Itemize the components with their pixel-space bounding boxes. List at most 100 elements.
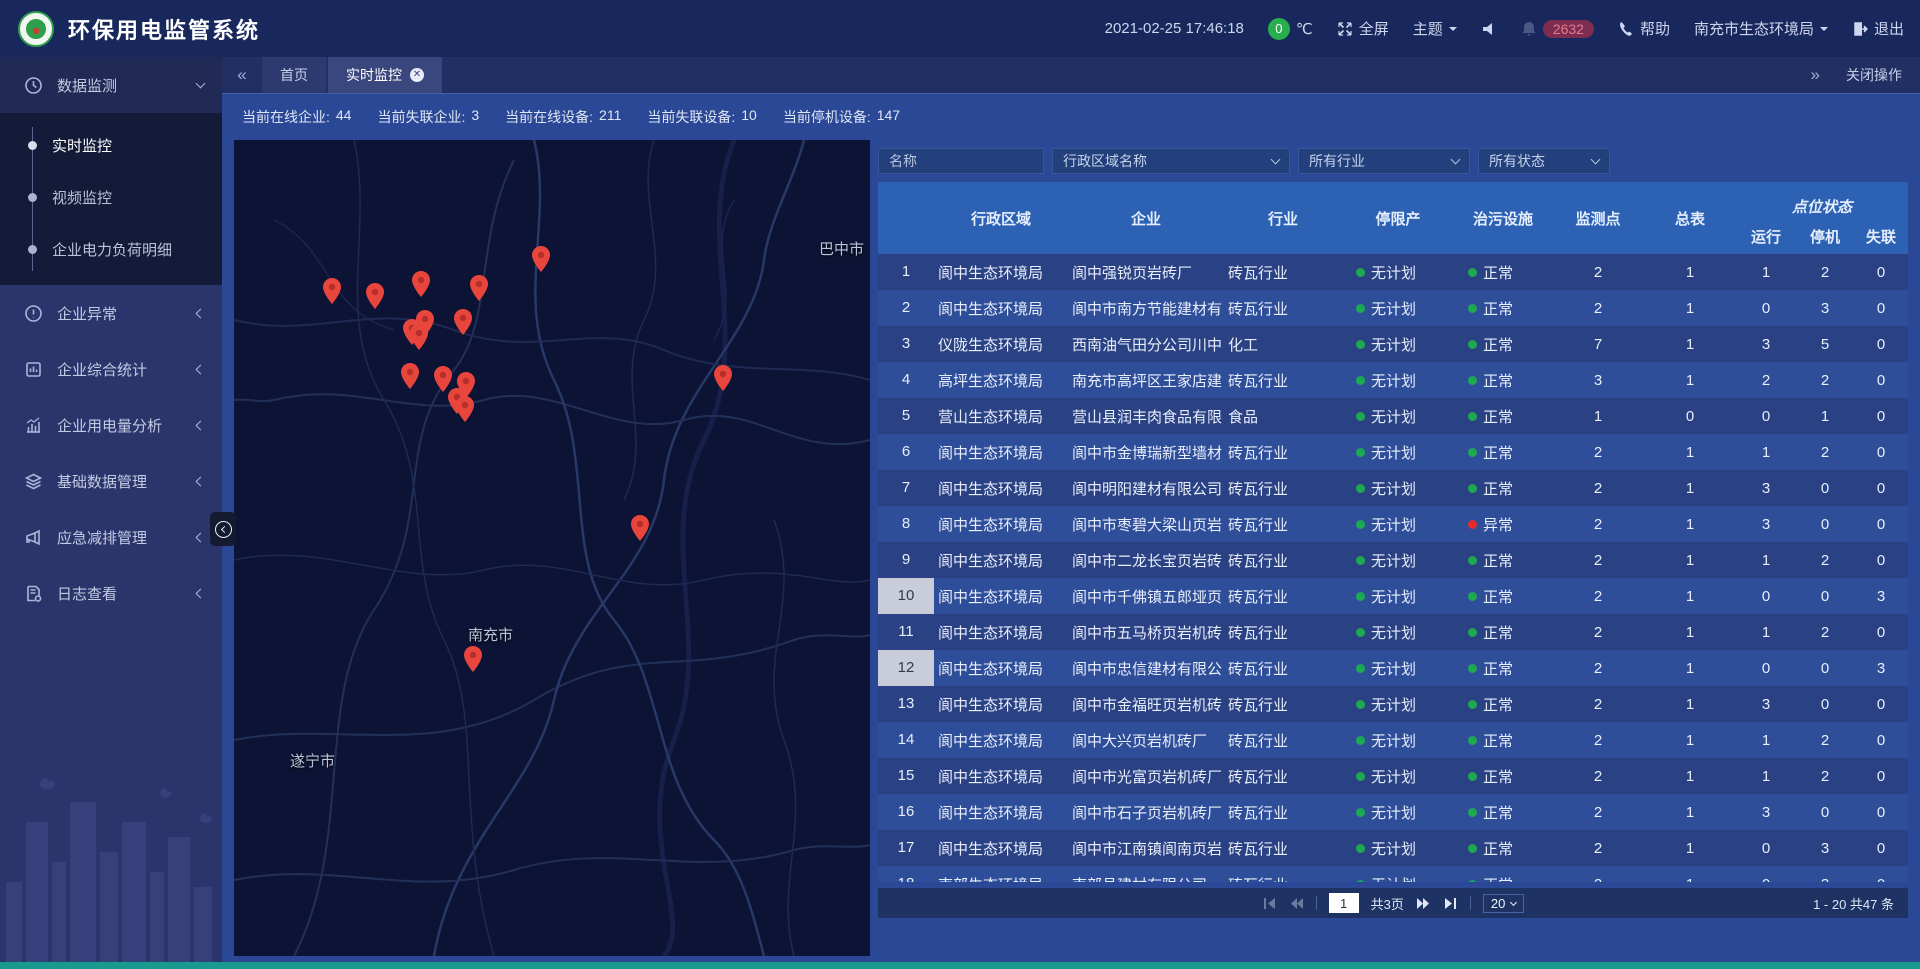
cell-monitor-points: 2 [1552,552,1644,569]
region-filter-select[interactable]: 行政区域名称 [1052,148,1290,174]
sound-button[interactable] [1481,21,1497,37]
cell-stop-production: 无计划 [1342,298,1454,319]
stats-bar: 当前在线企业:44 当前失联企业:3 当前在线设备:211 当前失联设备:10 … [234,94,1908,140]
table-row[interactable]: 7 阆中生态环境局 阆中明阳建材有限公司 砖瓦行业 无计划 正常 2 1 3 0… [878,470,1908,506]
table-row[interactable]: 6 阆中生态环境局 阆中市金博瑞新型墙材 砖瓦行业 无计划 正常 2 1 1 2… [878,434,1908,470]
map-marker-pin[interactable] [323,278,341,304]
table-row[interactable]: 3 仪陇生态环境局 西南油气田分公司川中 化工 无计划 正常 7 1 3 5 0 [878,326,1908,362]
org-dropdown[interactable]: 南充市生态环境局 [1694,18,1828,39]
fullscreen-button[interactable]: 全屏 [1337,18,1389,39]
table-row[interactable]: 4 高坪生态环境局 南充市高坪区王家店建 砖瓦行业 无计划 正常 3 1 2 2… [878,362,1908,398]
sidebar-item-base-data[interactable]: 基础数据管理 [0,453,222,509]
table-row[interactable]: 1 阆中生态环境局 阆中强锐页岩砖厂 砖瓦行业 无计划 正常 2 1 1 2 0 [878,254,1908,290]
sidebar-item-log-view[interactable]: 日志查看 [0,565,222,621]
table-row[interactable]: 8 阆中生态环境局 阆中市枣碧大梁山页岩 砖瓦行业 无计划 异常 2 1 3 0… [878,506,1908,542]
prev-page-button[interactable] [1289,896,1304,911]
close-operations-button[interactable]: 关闭操作 [1846,65,1902,85]
status-filter-select[interactable]: 所有状态 [1478,148,1610,174]
map-marker-pin[interactable] [631,515,649,541]
name-filter-input[interactable] [889,153,1033,169]
stat-online-enterprises: 当前在线企业:44 [242,107,351,127]
table-row[interactable]: 15 阆中生态环境局 阆中市光富页岩机砖厂 砖瓦行业 无计划 正常 2 1 1 … [878,758,1908,794]
page-size-select[interactable]: 20 [1483,894,1524,913]
map-marker-pin[interactable] [410,324,428,350]
logout-button[interactable]: 退出 [1852,18,1904,39]
tabs-scroll-right-button[interactable]: » [1811,65,1820,85]
cell-total-meter: 1 [1644,516,1736,533]
sidebar-item-power-analysis[interactable]: 企业用电量分析 [0,397,222,453]
pin-icon [470,275,488,301]
sidebar-item-enterprise-statistics[interactable]: 企业综合统计 [0,341,222,397]
stop-status-dot [1356,808,1365,817]
cell-stop-production: 无计划 [1342,334,1454,355]
first-page-button[interactable] [1262,896,1277,911]
sidebar-collapse-button[interactable] [210,512,236,546]
cell-stop-production: 无计划 [1342,874,1454,883]
map-marker-pin[interactable] [454,309,472,335]
cell-lost: 0 [1854,264,1908,281]
cell-industry: 砖瓦行业 [1224,838,1342,859]
map-marker-pin[interactable] [470,275,488,301]
table-row[interactable]: 16 阆中生态环境局 阆中市石子页岩机砖厂 砖瓦行业 无计划 正常 2 1 3 … [878,794,1908,830]
table-row[interactable]: 12 阆中生态环境局 阆中市忠信建材有限公 砖瓦行业 无计划 正常 2 1 0 … [878,650,1908,686]
page-number-input[interactable] [1329,893,1359,913]
cell-total-meter: 1 [1644,732,1736,749]
sidebar-subitem-video-monitor[interactable]: 视频监控 [0,171,222,223]
chevron-left-icon [196,532,206,542]
table-row[interactable]: 11 阆中生态环境局 阆中市五马桥页岩机砖 砖瓦行业 无计划 正常 2 1 1 … [878,614,1908,650]
stop-status-dot [1356,484,1365,493]
next-page-button[interactable] [1416,896,1431,911]
cell-monitor-points: 2 [1552,660,1644,677]
cell-pollution-facility: 正常 [1454,550,1552,571]
cell-lost: 0 [1854,732,1908,749]
cell-total-meter: 1 [1644,336,1736,353]
industry-filter-select[interactable]: 所有行业 [1298,148,1470,174]
map-marker-pin[interactable] [366,283,384,309]
last-page-button[interactable] [1443,896,1458,911]
sidebar-item-data-monitor[interactable]: 数据监测 [0,57,222,113]
table-header: 行政区域 企业 行业 停限产 治污设施 监测点 总表 点位状态 运行 停机 失联 [878,182,1908,254]
sidebar-item-emergency-reduction[interactable]: 应急减排管理 [0,509,222,565]
tab-home[interactable]: 首页 [262,57,326,93]
pin-icon [323,278,341,304]
table-row[interactable]: 17 阆中生态环境局 阆中市江南镇阆南页岩 砖瓦行业 无计划 正常 2 1 0 … [878,830,1908,866]
table-row[interactable]: 14 阆中生态环境局 阆中大兴页岩机砖厂 砖瓦行业 无计划 正常 2 1 1 2… [878,722,1908,758]
cell-running: 1 [1736,552,1796,569]
sidebar-item-enterprise-abnormal[interactable]: 企业异常 [0,285,222,341]
col-index [878,182,934,254]
map-marker-pin[interactable] [401,363,419,389]
cell-lost: 0 [1854,804,1908,821]
table-row[interactable]: 10 阆中生态环境局 阆中市千佛镇五郎垭页 砖瓦行业 无计划 正常 2 1 0 … [878,578,1908,614]
cell-stop-production: 无计划 [1342,658,1454,679]
map-canvas[interactable]: 巴中市南充市遂宁市 [234,140,870,956]
map-marker-pin[interactable] [464,646,482,672]
table-row[interactable]: 2 阆中生态环境局 阆中市南方节能建材有 砖瓦行业 无计划 正常 2 1 0 3… [878,290,1908,326]
facility-status-dot [1468,520,1477,529]
tabs-scroll-left-button[interactable]: « [222,57,262,93]
map-marker-pin[interactable] [412,271,430,297]
sidebar-subitem-power-load-detail[interactable]: 企业电力负荷明细 [0,223,222,275]
help-button[interactable]: 帮助 [1618,18,1670,39]
cell-stop-production: 无计划 [1342,262,1454,283]
tab-realtime-monitor[interactable]: 实时监控 ✕ [328,57,442,93]
map-marker-pin[interactable] [532,246,550,272]
stop-status-dot [1356,772,1365,781]
table-row[interactable]: 13 阆中生态环境局 阆中市金福旺页岩机砖 砖瓦行业 无计划 正常 2 1 3 … [878,686,1908,722]
pin-icon [412,271,430,297]
speaker-icon [1481,21,1497,37]
col-total-meter: 总表 [1644,182,1736,254]
notifications[interactable]: 2632 [1521,20,1594,38]
table-row[interactable]: 5 营山生态环境局 营山县润丰肉食品有限 食品 无计划 正常 1 0 0 1 0 [878,398,1908,434]
tab-close-icon[interactable]: ✕ [410,68,424,82]
map-marker-pin[interactable] [456,396,474,422]
map-marker-pin[interactable] [714,365,732,391]
cell-company: 阆中市金博瑞新型墙材 [1068,442,1224,463]
cell-pollution-facility: 正常 [1454,586,1552,607]
table-row[interactable]: 9 阆中生态环境局 阆中市二龙长宝页岩砖 砖瓦行业 无计划 正常 2 1 1 2… [878,542,1908,578]
table-row[interactable]: 18 南部生态环境局 南部县建材有限公司 砖瓦行业 无计划 正常 2 1 0 3… [878,866,1908,882]
cell-lost: 0 [1854,516,1908,533]
row-index: 17 [878,830,934,866]
cell-total-meter: 1 [1644,480,1736,497]
sidebar-subitem-realtime-monitor[interactable]: 实时监控 [0,119,222,171]
theme-dropdown[interactable]: 主题 [1413,18,1457,39]
